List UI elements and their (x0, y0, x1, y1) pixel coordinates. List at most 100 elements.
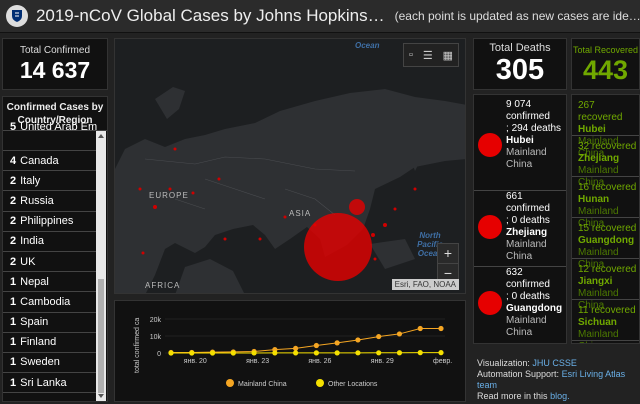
country-row[interactable]: 4 Canada (3, 151, 97, 172)
chart-xtick-label: февр. (433, 358, 452, 365)
country-list-scrollbar[interactable] (96, 131, 106, 401)
map-label-africa: AFRICA (145, 281, 181, 290)
scroll-thumb[interactable] (98, 279, 104, 393)
recovered-count: 11 recovered (578, 305, 636, 316)
country-count: 2 (10, 255, 17, 268)
chart-legend-label: Other Locations (328, 381, 378, 388)
recovered-list: 267 recovered Hubei Mainland China 32 reco… (571, 94, 640, 344)
chart-legend-label: Mainland China (238, 381, 287, 388)
scroll-down-icon[interactable] (98, 394, 104, 398)
recovered-item[interactable]: 32 recovered Zhejiang Mainland China (572, 136, 639, 188)
chart-point (293, 350, 299, 356)
country-row[interactable]: 1 Sri Lanka (3, 373, 97, 394)
map-attribution: Esri, FAO, NOAA (391, 279, 459, 290)
info-panel: Visualization: JHU CSSE Automation Suppo… (473, 352, 640, 402)
page-subtitle: (each point is updated as new cases are … (394, 9, 640, 23)
total-deaths-value: 305 (495, 54, 545, 86)
world-map[interactable]: EUROPE ASIA AFRICA Ocean North Pacific O… (114, 38, 466, 294)
recovered-count: 267 recovered (578, 100, 623, 123)
chart-point (251, 350, 257, 356)
country-name: Cambodia (20, 295, 71, 308)
death-item[interactable]: 9 074 confirmed; 294 deaths Hubei Mainlan… (474, 95, 566, 191)
header-bar: 2019-nCoV Global Cases by Johns Hopkins…… (0, 0, 640, 33)
list-icon[interactable]: ☰ (423, 49, 433, 62)
country-row[interactable]: 2 India (3, 232, 97, 252)
country-count: 1 (10, 316, 17, 329)
country-count: 1 (10, 275, 17, 288)
total-confirmed-value: 14 637 (19, 57, 91, 83)
death-region: Guangdong Mainland China (506, 303, 563, 338)
death-count: ; 0 deaths (506, 215, 550, 226)
country-name: Philippines (20, 215, 74, 228)
country-name: Finland (20, 336, 57, 349)
chart-point (313, 350, 319, 356)
chart-legend-swatch (226, 379, 234, 387)
country-count: 1 (10, 376, 17, 389)
cases-chart: 20k 10k 0 total confirmed ca янв. 20 янв. 23 я… (114, 300, 466, 402)
chart-xtick-label: янв. 26 (308, 358, 331, 365)
chart-point (209, 350, 216, 356)
country-name: Sweden (20, 356, 60, 369)
country-row[interactable]: 1 Sweden (3, 353, 97, 374)
chart-point (396, 331, 403, 337)
jhu-csse-link[interactable]: JHU CSSE (532, 358, 577, 368)
death-dot-icon (478, 215, 502, 239)
recovered-item[interactable]: 16 recovered Hunan Mainland China (572, 177, 639, 229)
recovered-item[interactable]: 15 recovered Guangdong Mainland China (572, 218, 639, 270)
country-name: Canada (20, 154, 59, 167)
scroll-up-icon[interactable] (98, 134, 104, 138)
country-name: Russia (20, 194, 54, 207)
country-row[interactable]: 1 Finland (3, 333, 97, 353)
recovered-item[interactable]: 11 recoveredSichuan Mainland China (572, 300, 639, 343)
total-confirmed-panel: Total Confirmed 14 637 (2, 38, 108, 90)
death-confirmed: 9 074 confirmed (506, 99, 550, 122)
total-deaths-panel: Total Deaths 305 (473, 38, 567, 90)
country-row[interactable]: 5United Arab Emirates (3, 122, 97, 151)
country-name: Italy (20, 174, 41, 187)
blog-link[interactable]: blog. (550, 391, 570, 401)
chart-point (168, 350, 174, 356)
total-deaths-label: Total Deaths (489, 42, 551, 54)
death-item[interactable]: 632 confirmed; 0 deaths Guangdong Mainlan… (474, 267, 566, 343)
death-item-text: 661 confirmed; 0 deaths Zhejiang Mainland… (506, 191, 566, 263)
recovered-item[interactable]: 267 recovered Hubei Mainland China (572, 95, 639, 159)
zoom-in-button[interactable]: + (438, 244, 458, 263)
zoom-control: + − (437, 243, 459, 283)
recovered-count: 12 recovered (578, 264, 637, 275)
country-name: Nepal (20, 275, 49, 288)
country-row[interactable]: 1 Cambodia (3, 292, 97, 313)
map-label-asia: ASIA (289, 209, 312, 218)
chart-legend-swatch (316, 379, 324, 387)
grid-icon[interactable]: ▦ (443, 49, 453, 62)
death-dot-icon (478, 291, 502, 315)
chart-point (334, 350, 340, 356)
country-name: Sri Lanka (20, 376, 67, 389)
country-name: Spain (20, 316, 49, 329)
chart-xtick-label: янв. 29 (371, 358, 394, 365)
country-count: 1 (10, 356, 17, 369)
total-recovered-panel: Total Recovered 443 (571, 38, 640, 90)
country-row[interactable]: 1 Nepal (3, 272, 97, 293)
recovered-count: 15 recovered (578, 223, 637, 234)
country-row[interactable]: 2 Philippines (3, 212, 97, 232)
chart-point (189, 350, 195, 356)
recovered-region: Sichuan Mainland China (578, 317, 619, 343)
death-count: ; 0 deaths (506, 291, 550, 302)
country-row[interactable]: 1 Spain (3, 313, 97, 333)
country-count: 1 (10, 336, 17, 349)
page-title: 2019-nCoV Global Cases by Johns Hopkins… (35, 6, 385, 25)
country-count: 4 (10, 154, 17, 167)
chart-ytick-label: 10k (150, 334, 162, 341)
death-item-text: 632 confirmed; 0 deaths Guangdong Mainlan… (506, 267, 566, 339)
chart-point (355, 350, 361, 356)
country-row[interactable]: 2 Italy (3, 171, 97, 192)
death-item[interactable]: 661 confirmed; 0 deaths Zhejiang Mainland… (474, 191, 566, 267)
chart-point (438, 325, 444, 332)
chart-point (313, 342, 319, 349)
chart-point (355, 337, 361, 343)
bookmark-icon[interactable]: ▫ (409, 49, 413, 61)
recovered-item[interactable]: 12 recovered Jiangxi Mainland China (572, 259, 639, 311)
country-row[interactable]: 2 Russia (3, 191, 97, 212)
jhu-shield-icon (6, 5, 28, 27)
country-row[interactable]: 2 UK (3, 252, 97, 273)
